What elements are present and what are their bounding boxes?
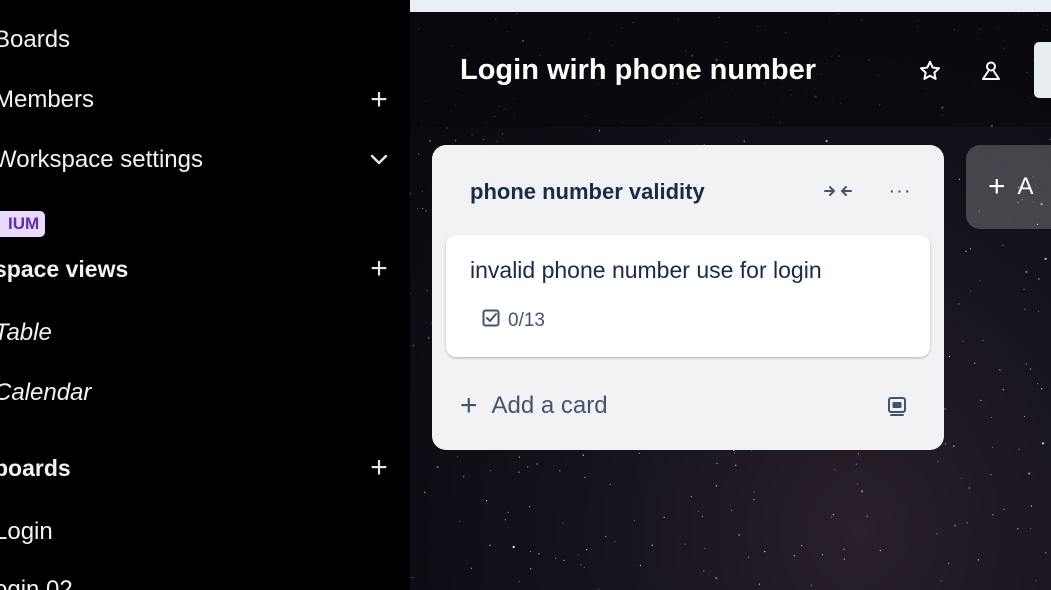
sidebar-item-workspace-settings[interactable]: Workspace settings	[0, 140, 394, 180]
plus-icon: +	[460, 389, 478, 422]
sidebar-item-label: Table	[0, 319, 52, 346]
sidebar-item-members[interactable]: Members +	[0, 80, 394, 120]
add-view-plus-icon[interactable]: +	[364, 252, 394, 285]
sidebar-board-login-02[interactable]: ogin 02	[0, 570, 394, 590]
sidebar-item-label: Members	[0, 86, 95, 113]
list-phone-number-validity: phone number validity ··· invalid phone …	[432, 145, 944, 450]
card-title: invalid phone number use for login	[470, 257, 822, 283]
people-icon[interactable]	[976, 56, 1006, 86]
sidebar-section-workspace-views: space views +	[0, 249, 394, 289]
add-list-button[interactable]: + A	[966, 145, 1051, 229]
sidebar-item-table-view[interactable]: Table	[0, 313, 394, 353]
workspace-sidebar: Boards Members + Workspace settings IUM …	[0, 0, 410, 590]
checklist-count: 0/13	[508, 310, 545, 331]
star-icon[interactable]	[915, 56, 945, 86]
list-title[interactable]: phone number validity	[470, 179, 705, 205]
sidebar-item-label: Calendar	[0, 379, 92, 406]
template-icon[interactable]	[882, 391, 912, 421]
premium-badge: IUM	[0, 211, 46, 237]
sidebar-item-label: Login	[0, 518, 53, 545]
chevron-down-icon[interactable]	[364, 145, 394, 175]
board-header: Login wirh phone number	[410, 12, 1051, 127]
sidebar-item-label: ogin 02	[0, 576, 73, 590]
add-card-label: Add a card	[491, 392, 608, 419]
card[interactable]: invalid phone number use for login 0/13	[446, 235, 930, 357]
add-member-plus-icon[interactable]: +	[364, 83, 394, 116]
checklist-badge: 0/13	[482, 309, 545, 333]
add-card-button[interactable]: + Add a card	[460, 389, 760, 423]
board-title[interactable]: Login wirh phone number	[460, 54, 816, 87]
checklist-icon	[482, 309, 500, 333]
add-board-plus-icon[interactable]: +	[364, 451, 394, 484]
section-heading: boards	[0, 454, 71, 481]
more-icon[interactable]: ···	[882, 178, 918, 204]
sidebar-item-calendar-view[interactable]: Calendar	[0, 373, 394, 413]
sidebar-item-boards[interactable]: Boards	[0, 20, 394, 60]
sidebar-item-label: Boards	[0, 26, 71, 53]
share-button[interactable]	[1034, 42, 1051, 98]
sidebar-section-your-boards: boards +	[0, 448, 394, 488]
sidebar-item-label: Workspace settings	[0, 146, 203, 173]
add-list-label: A	[1017, 173, 1034, 200]
collapse-icon[interactable]	[820, 178, 856, 204]
section-heading: space views	[0, 255, 129, 282]
plus-icon: +	[988, 170, 1006, 203]
board-canvas: Login wirh phone number phone number val…	[410, 0, 1051, 590]
top-strip	[410, 0, 1051, 12]
sidebar-board-login[interactable]: Login	[0, 512, 394, 552]
